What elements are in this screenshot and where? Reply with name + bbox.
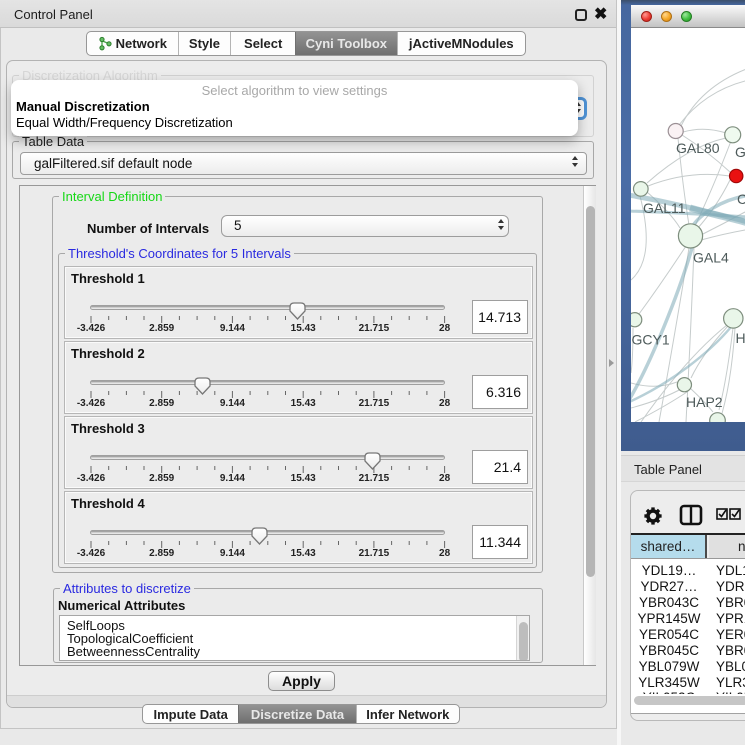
svg-text:H: H [736,330,745,346]
svg-text:GCY1: GCY1 [632,332,670,348]
svg-text:GAL11: GAL11 [643,200,686,216]
svg-text:GAL4: GAL4 [693,250,729,266]
svg-text:C: C [737,191,745,207]
svg-text:GA: GA [735,144,745,160]
svg-text:HAP2: HAP2 [686,394,723,410]
svg-text:GAL80: GAL80 [676,140,720,156]
